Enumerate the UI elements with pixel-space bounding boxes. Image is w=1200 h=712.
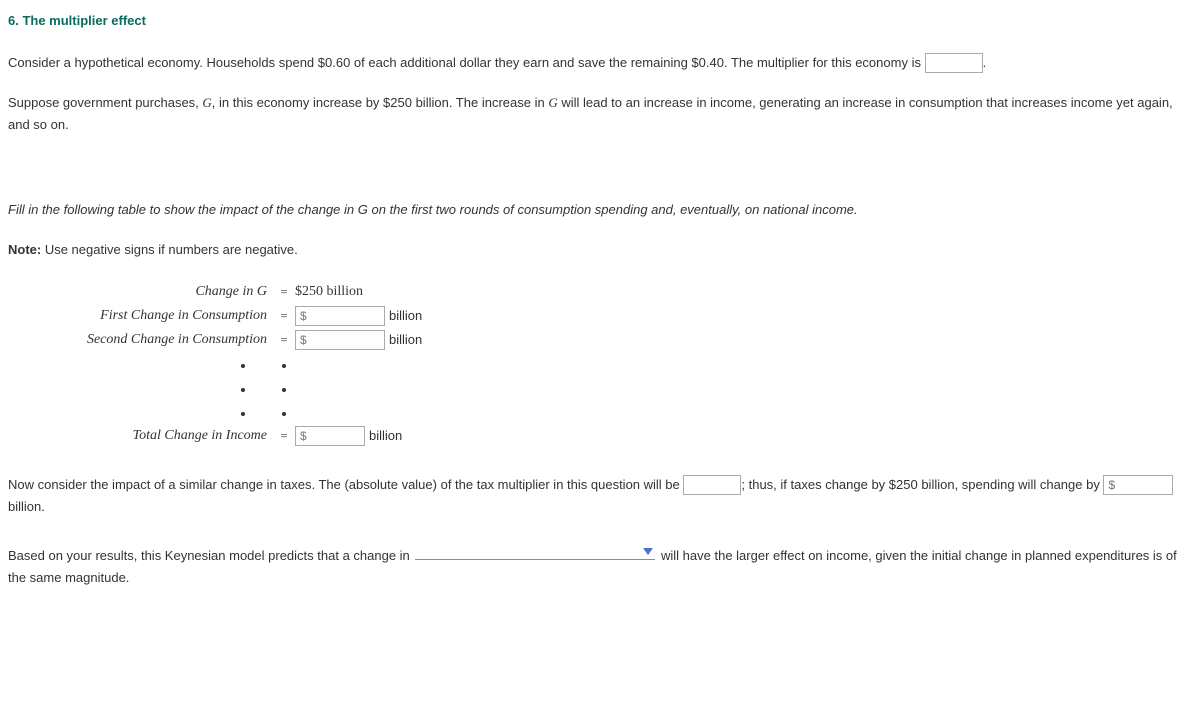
question-title: 6. The multiplier effect bbox=[8, 10, 1192, 32]
text: Suppose government purchases, bbox=[8, 95, 202, 110]
text: , in this economy increase by $250 billi… bbox=[212, 95, 549, 110]
paragraph-conclusion: Based on your results, this Keynesian mo… bbox=[8, 544, 1192, 589]
equals-sign: = bbox=[273, 425, 295, 447]
text: ; thus, if taxes change by $250 billion,… bbox=[741, 477, 1103, 492]
note-text: Use negative signs if numbers are negati… bbox=[41, 242, 298, 257]
eq-label: Total Change in Income bbox=[8, 424, 273, 448]
eq-row-second-consumption: Second Change in Consumption = billion bbox=[8, 328, 1192, 352]
text: Now consider the impact of a similar cha… bbox=[8, 477, 683, 492]
eq-label: First Change in Consumption bbox=[8, 304, 273, 328]
ellipsis-row bbox=[8, 352, 1192, 376]
eq-row-total-income: Total Change in Income = billion bbox=[8, 424, 1192, 448]
paragraph-tax: Now consider the impact of a similar cha… bbox=[8, 474, 1192, 518]
spending-change-input[interactable] bbox=[1103, 475, 1173, 495]
eq-row-change-g: Change in G = $250 billion bbox=[8, 280, 1192, 304]
unit-label: billion bbox=[389, 329, 422, 351]
text: Consider a hypothetical economy. Househo… bbox=[8, 55, 925, 70]
dot-icon bbox=[282, 364, 286, 368]
note-line: Note: Use negative signs if numbers are … bbox=[8, 239, 1192, 261]
unit-label: billion bbox=[369, 425, 402, 447]
text: Based on your results, this Keynesian mo… bbox=[8, 548, 413, 563]
dot-icon bbox=[282, 388, 286, 392]
equals-sign: = bbox=[273, 305, 295, 327]
total-income-input[interactable] bbox=[295, 426, 365, 446]
paragraph-instruction: Fill in the following table to show the … bbox=[8, 199, 1192, 221]
dot-icon bbox=[241, 412, 245, 416]
tax-multiplier-input[interactable] bbox=[683, 475, 741, 495]
paragraph-intro: Consider a hypothetical economy. Househo… bbox=[8, 52, 1192, 74]
dot-icon bbox=[241, 364, 245, 368]
equals-sign: = bbox=[273, 281, 295, 303]
var-g: G bbox=[548, 95, 557, 110]
text: Fill in the following table to show the … bbox=[8, 202, 358, 217]
unit-label: billion bbox=[389, 305, 422, 327]
paragraph-gov: Suppose government purchases, G, in this… bbox=[8, 92, 1192, 136]
text: . bbox=[983, 55, 987, 70]
text: on the first two rounds of consumption s… bbox=[368, 202, 858, 217]
var-g: G bbox=[358, 202, 368, 217]
equals-sign: = bbox=[273, 329, 295, 351]
multiplier-input[interactable] bbox=[925, 53, 983, 73]
var-g: G bbox=[202, 95, 211, 110]
dot-icon bbox=[282, 412, 286, 416]
ellipsis-row bbox=[8, 376, 1192, 400]
second-consumption-input[interactable] bbox=[295, 330, 385, 350]
ellipsis-row bbox=[8, 400, 1192, 424]
eq-label: Change in G bbox=[8, 280, 273, 304]
eq-value: $250 billion bbox=[295, 280, 363, 304]
note-label: Note: bbox=[8, 242, 41, 257]
dot-icon bbox=[241, 388, 245, 392]
eq-label: Second Change in Consumption bbox=[8, 328, 273, 352]
text: billion. bbox=[8, 499, 45, 514]
change-type-dropdown[interactable] bbox=[415, 544, 655, 560]
eq-row-first-consumption: First Change in Consumption = billion bbox=[8, 304, 1192, 328]
first-consumption-input[interactable] bbox=[295, 306, 385, 326]
equation-table: Change in G = $250 billion First Change … bbox=[8, 280, 1192, 448]
